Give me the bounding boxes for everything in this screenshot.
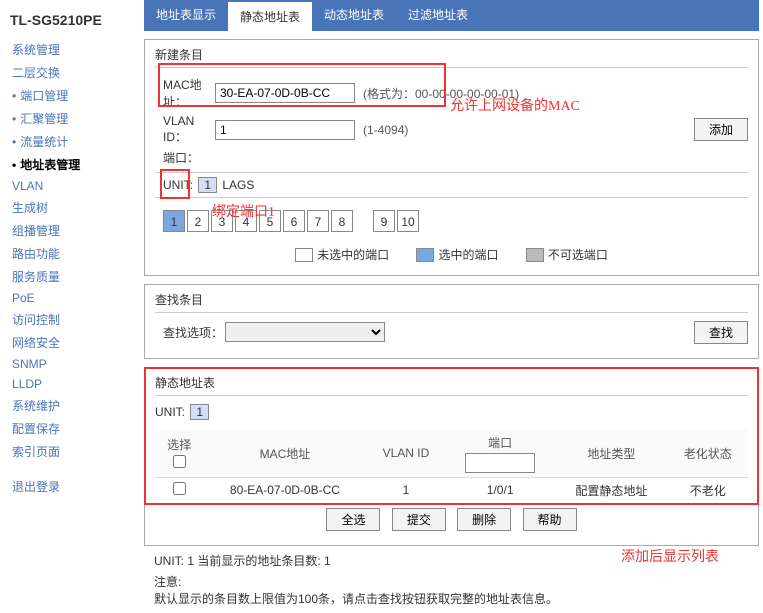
- tab-3[interactable]: 过滤地址表: [396, 0, 480, 31]
- th-port: 端口: [445, 430, 555, 478]
- sidebar-item-9[interactable]: 路由功能: [8, 242, 140, 265]
- cell-vlan: 1: [367, 477, 446, 503]
- unit-row: UNIT: 1 LAGS: [155, 172, 748, 198]
- mac-input[interactable]: [215, 83, 355, 103]
- help-button[interactable]: 帮助: [523, 508, 577, 531]
- th-select: 选择: [155, 430, 203, 478]
- legend-unselected: 未选中的端口: [317, 246, 389, 263]
- table-unit-value[interactable]: 1: [190, 404, 209, 420]
- delete-button[interactable]: 删除: [457, 508, 511, 531]
- note-body: 默认显示的条目数上限值为100条，请点击查找按钮获取完整的地址表信息。: [154, 590, 749, 607]
- submit-button[interactable]: 提交: [392, 508, 446, 531]
- product-title: TL-SG5210PE: [8, 8, 140, 38]
- new-entry-panel: 新建条目 MAC地址： (格式为：00-00-00-00-00-01) VLAN…: [144, 39, 759, 276]
- sidebar-item-2[interactable]: 端口管理: [8, 84, 140, 107]
- sidebar-item-5[interactable]: 地址表管理: [8, 153, 140, 176]
- th-type: 地址类型: [555, 430, 668, 478]
- summary-text: UNIT: 1 当前显示的地址条目数: 1: [154, 552, 749, 569]
- mac-hint: (格式为：00-00-00-00-00-01): [363, 85, 519, 102]
- sidebar-item-3[interactable]: 汇聚管理: [8, 107, 140, 130]
- table-row: 80-EA-07-0D-0B-CC11/0/1配置静态地址不老化: [155, 477, 748, 503]
- sidebar-item-15[interactable]: LLDP: [8, 374, 140, 394]
- lags-label[interactable]: LAGS: [222, 178, 254, 192]
- port-filter-input[interactable]: [465, 453, 535, 473]
- search-panel: 查找条目 查找选项： 查找: [144, 284, 759, 359]
- unit-value[interactable]: 1: [198, 177, 217, 193]
- vlan-input[interactable]: [215, 120, 355, 140]
- mac-label: MAC地址：: [155, 76, 215, 110]
- tab-2[interactable]: 动态地址表: [312, 0, 396, 31]
- sidebar-item-0[interactable]: 系统管理: [8, 38, 140, 61]
- th-vlan: VLAN ID: [367, 430, 446, 478]
- sidebar-item-14[interactable]: SNMP: [8, 354, 140, 374]
- panel-title: 新建条目: [155, 46, 748, 68]
- legend-disabled: 不可选端口: [548, 246, 608, 263]
- tab-1[interactable]: 静态地址表: [228, 0, 312, 31]
- sidebar-item-19[interactable]: 退出登录: [8, 475, 140, 498]
- port-selector: 12345678910: [155, 204, 748, 238]
- cell-aging: 不老化: [668, 477, 748, 503]
- legend-swatch-disabled: [526, 248, 544, 262]
- note-title: 注意:: [154, 573, 749, 590]
- table-title: 静态地址表: [155, 374, 748, 396]
- port-2[interactable]: 2: [187, 210, 209, 232]
- legend-swatch-selected: [416, 248, 434, 262]
- sidebar-item-10[interactable]: 服务质量: [8, 265, 140, 288]
- row-checkbox[interactable]: [173, 482, 186, 495]
- search-button[interactable]: 查找: [694, 321, 748, 344]
- th-mac: MAC地址: [203, 430, 366, 478]
- port-3[interactable]: 3: [211, 210, 233, 232]
- sidebar-item-13[interactable]: 网络安全: [8, 331, 140, 354]
- add-button[interactable]: 添加: [694, 118, 748, 141]
- sidebar-item-4[interactable]: 流量统计: [8, 130, 140, 153]
- port-10[interactable]: 10: [397, 210, 419, 232]
- table-unit-label: UNIT:: [155, 405, 185, 419]
- port-9[interactable]: 9: [373, 210, 395, 232]
- static-table-panel: 静态地址表 UNIT: 1 选择 MAC地址 VLAN ID 端口 地址类型 老…: [144, 367, 759, 546]
- port-label: 端口：: [155, 149, 215, 166]
- port-8[interactable]: 8: [331, 210, 353, 232]
- cell-mac: 80-EA-07-0D-0B-CC: [203, 477, 366, 503]
- sidebar-item-1[interactable]: 二层交换: [8, 61, 140, 84]
- sidebar-item-17[interactable]: 配置保存: [8, 417, 140, 440]
- static-address-table: 选择 MAC地址 VLAN ID 端口 地址类型 老化状态 端口 80-EA-0…: [155, 430, 748, 504]
- port-5[interactable]: 5: [259, 210, 281, 232]
- sidebar-item-7[interactable]: 生成树: [8, 196, 140, 219]
- legend-selected: 选中的端口: [438, 246, 498, 263]
- sidebar-item-11[interactable]: PoE: [8, 288, 140, 308]
- select-all-button[interactable]: 全选: [326, 508, 380, 531]
- search-select[interactable]: [225, 322, 385, 342]
- cell-port: 1/0/1: [445, 477, 555, 503]
- search-opt-label: 查找选项：: [155, 324, 225, 341]
- tab-0[interactable]: 地址表显示: [144, 0, 228, 31]
- legend-swatch-unselected: [295, 248, 313, 262]
- sidebar-item-18[interactable]: 索引页面: [8, 440, 140, 463]
- tab-bar: 地址表显示静态地址表动态地址表过滤地址表: [144, 0, 759, 31]
- vlan-hint: (1-4094): [363, 123, 408, 137]
- vlan-label: VLAN ID：: [155, 114, 215, 145]
- port-4[interactable]: 4: [235, 210, 257, 232]
- sidebar-item-8[interactable]: 组播管理: [8, 219, 140, 242]
- sidebar-item-12[interactable]: 访问控制: [8, 308, 140, 331]
- cell-type: 配置静态地址: [555, 477, 668, 503]
- port-6[interactable]: 6: [283, 210, 305, 232]
- port-legend: 未选中的端口 选中的端口 不可选端口: [155, 238, 748, 265]
- header-checkbox[interactable]: [173, 455, 186, 468]
- port-7[interactable]: 7: [307, 210, 329, 232]
- unit-label: UNIT:: [163, 178, 193, 192]
- sidebar-item-16[interactable]: 系统维护: [8, 394, 140, 417]
- sidebar-item-6[interactable]: VLAN: [8, 176, 140, 196]
- port-1[interactable]: 1: [163, 210, 185, 232]
- th-aging: 老化状态: [668, 430, 748, 478]
- search-title: 查找条目: [155, 291, 748, 313]
